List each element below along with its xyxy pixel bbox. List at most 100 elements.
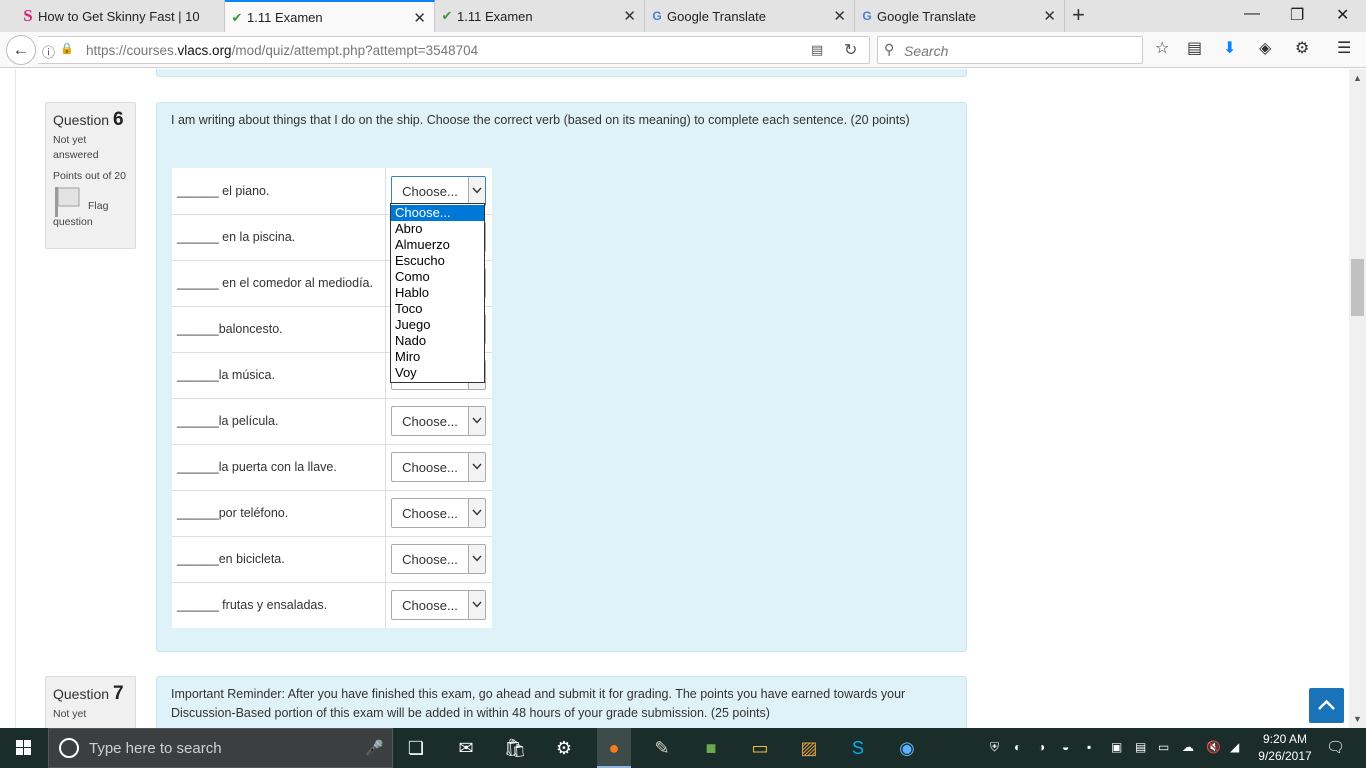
- select-value: Choose...: [402, 414, 458, 429]
- dropdown-option[interactable]: Abro: [391, 221, 484, 237]
- dropdown-option[interactable]: Choose...: [391, 205, 484, 221]
- back-to-top-button[interactable]: [1309, 688, 1344, 723]
- vertical-scrollbar[interactable]: ▲ ▼: [1349, 69, 1366, 728]
- tab-examen-active[interactable]: ✔ 1.11 Examen ✕: [225, 0, 435, 32]
- file-explorer-icon[interactable]: ▭: [745, 734, 775, 762]
- dropdown-option[interactable]: Hablo: [391, 285, 484, 301]
- microphone-icon[interactable]: 🎤: [365, 739, 384, 757]
- tab-skinny-fast[interactable]: S How to Get Skinny Fast | 10: [16, 0, 225, 32]
- tab-examen[interactable]: ✔ 1.11 Examen ✕: [435, 0, 645, 32]
- dropdown-option[interactable]: Juego: [391, 317, 484, 333]
- answer-select[interactable]: Choose...: [391, 590, 487, 621]
- system-clock[interactable]: 9:20 AM 9/26/2017: [1254, 731, 1316, 765]
- select-value: Choose...: [402, 598, 458, 614]
- downloads-icon[interactable]: ⬇: [1223, 38, 1236, 58]
- dropdown-option[interactable]: Escucho: [391, 253, 484, 269]
- new-tab-icon[interactable]: +: [1072, 4, 1085, 26]
- dropdown-option[interactable]: Nado: [391, 333, 484, 349]
- pocket-icon[interactable]: ◈: [1259, 38, 1271, 58]
- library-icon[interactable]: ▤: [1187, 38, 1202, 58]
- task-view-icon[interactable]: ❏: [401, 734, 431, 762]
- match-row: ______la película. Choose...: [172, 397, 492, 444]
- lock-icon: 🔒: [60, 43, 74, 55]
- sentence-stem: ______baloncesto.: [172, 305, 387, 352]
- store-icon[interactable]: 🛍: [500, 734, 530, 762]
- close-tab-icon[interactable]: ✕: [1043, 7, 1056, 25]
- question-text: Important Reminder: After you have finis…: [171, 687, 906, 720]
- chevron-down-icon[interactable]: [468, 176, 486, 205]
- answer-dropdown-list[interactable]: Choose... Abro Almuerzo Escucho Como Hablo Toc…: [390, 203, 485, 383]
- tab-google-translate[interactable]: G Google Translate ✕: [645, 0, 855, 32]
- defender-icon[interactable]: ⛨: [990, 740, 999, 755]
- close-tab-icon[interactable]: ✕: [413, 9, 426, 27]
- battery-icon[interactable]: ▭: [1158, 740, 1169, 754]
- paint-icon[interactable]: ✎: [647, 734, 677, 762]
- cortana-icon: [59, 738, 79, 758]
- url-text[interactable]: https://courses.vlacs.org/mod/quiz/attem…: [86, 43, 478, 58]
- answer-select[interactable]: Choose...: [391, 452, 487, 482]
- site-info-icon[interactable]: ⓘ: [42, 42, 55, 61]
- google-translate-icon: G: [652, 9, 662, 23]
- bookmark-star-icon[interactable]: ☆: [1155, 38, 1169, 58]
- mail-icon[interactable]: ✉: [451, 734, 481, 762]
- scroll-down-icon[interactable]: ▼: [1353, 714, 1362, 724]
- scrollbar-thumb[interactable]: [1351, 259, 1364, 316]
- dropdown-option[interactable]: Como: [391, 269, 484, 285]
- onedrive-icon[interactable]: ☁: [1182, 740, 1194, 754]
- sentence-stem: ______ en la piscina.: [172, 213, 387, 260]
- tray-icon-5[interactable]: ▣: [1111, 740, 1122, 754]
- answer-select[interactable]: Choose...: [391, 544, 487, 574]
- tray-icon-6[interactable]: ▤: [1135, 740, 1146, 754]
- answer-select[interactable]: Choose...: [391, 175, 487, 206]
- tray-icon-3[interactable]: ◒: [1062, 740, 1069, 754]
- dropdown-option[interactable]: Toco: [391, 301, 484, 317]
- answer-cell: Choose...: [385, 443, 492, 490]
- chevron-down-icon[interactable]: [468, 499, 486, 527]
- tray-icon-4[interactable]: ▪: [1087, 740, 1091, 754]
- settings-gear-icon[interactable]: ⚙: [549, 734, 579, 762]
- google-translate-icon: G: [862, 9, 872, 23]
- tray-icon-1[interactable]: ◐: [1014, 740, 1021, 754]
- reader-view-icon[interactable]: ▤: [811, 42, 823, 58]
- start-button[interactable]: [0, 728, 48, 768]
- close-tab-icon[interactable]: ✕: [833, 7, 846, 25]
- search-placeholder: Search: [904, 43, 949, 59]
- tab-title: Google Translate: [667, 8, 767, 24]
- firefox-icon[interactable]: ●: [599, 734, 629, 762]
- maximize-icon[interactable]: ❐: [1290, 5, 1304, 25]
- dropdown-option[interactable]: Almuerzo: [391, 237, 484, 253]
- close-window-icon[interactable]: ✕: [1336, 5, 1349, 25]
- app-icon-2[interactable]: ◉: [892, 734, 922, 762]
- back-button[interactable]: ←: [6, 35, 36, 65]
- chevron-down-icon[interactable]: [468, 407, 486, 435]
- question-state: Not yet answered: [53, 134, 99, 161]
- minimize-icon[interactable]: —: [1244, 5, 1260, 23]
- menu-icon[interactable]: ☰: [1337, 38, 1351, 58]
- flag-question-button[interactable]: Flag question: [53, 186, 128, 228]
- scroll-up-icon[interactable]: ▲: [1353, 73, 1362, 83]
- app-icon[interactable]: ▨: [794, 734, 824, 762]
- chevron-down-icon[interactable]: [468, 453, 486, 481]
- action-center-icon[interactable]: 🗨: [1326, 738, 1345, 756]
- reload-icon[interactable]: ↻: [844, 40, 857, 60]
- taskbar-search-placeholder: Type here to search: [89, 740, 222, 757]
- answer-select[interactable]: Choose...: [391, 498, 487, 528]
- dropdown-option[interactable]: Miro: [391, 349, 484, 365]
- volume-muted-icon[interactable]: 🔇: [1206, 740, 1221, 754]
- extension-icon[interactable]: ⚙: [1295, 38, 1309, 58]
- tab-google-translate-2[interactable]: G Google Translate ✕: [855, 0, 1065, 32]
- wifi-icon[interactable]: ◢: [1230, 740, 1239, 754]
- taskbar-search-box[interactable]: Type here to search 🎤: [48, 728, 393, 768]
- answer-cell: Choose...: [385, 581, 492, 628]
- close-tab-icon[interactable]: ✕: [623, 7, 636, 25]
- tray-icon-2[interactable]: ◑: [1038, 740, 1045, 754]
- dropdown-option[interactable]: Voy: [391, 365, 484, 381]
- minecraft-icon[interactable]: ■: [696, 734, 726, 762]
- chevron-down-icon[interactable]: [468, 591, 486, 620]
- chevron-down-icon[interactable]: [468, 545, 486, 573]
- url-bar[interactable]: ⓘ 🔒 https://courses.vlacs.org/mod/quiz/a…: [38, 36, 870, 64]
- skype-icon[interactable]: S: [843, 734, 873, 762]
- question-6-info: Question 6 Not yet answered Points out of…: [45, 102, 136, 249]
- search-bar[interactable]: ⚲ Search: [877, 36, 1143, 64]
- answer-select[interactable]: Choose...: [391, 406, 487, 436]
